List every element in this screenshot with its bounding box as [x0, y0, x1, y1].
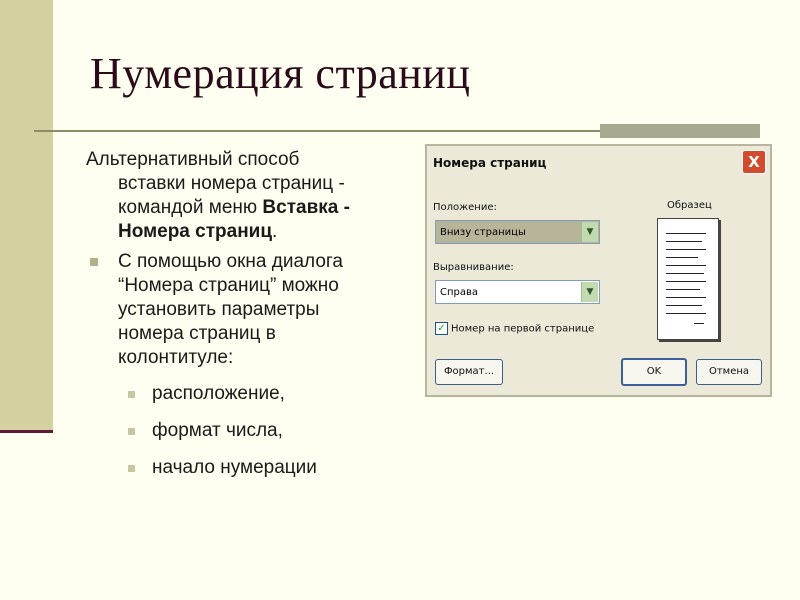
position-select-value: Внизу страницы — [440, 227, 526, 238]
preview-label: Образец — [667, 200, 712, 211]
bullet-item-dialog: С помощью окна диалога “Номера страниц” … — [84, 250, 414, 370]
intro-line-3: командой меню Вставка - — [118, 196, 414, 220]
slide-title: Нумерация страниц — [90, 49, 471, 98]
square-bullet-icon — [128, 391, 135, 398]
left-decor-band — [0, 0, 53, 433]
intro-paragraph: Альтернативный способ вставки номера стр… — [84, 148, 414, 244]
format-button[interactable]: Формат... — [435, 359, 503, 385]
chevron-down-icon[interactable]: ▼ — [581, 282, 598, 302]
chevron-down-icon[interactable]: ▼ — [581, 222, 598, 242]
position-label: Положение: — [433, 202, 497, 213]
close-icon: X — [748, 153, 760, 171]
cancel-button[interactable]: Отмена — [696, 359, 762, 385]
square-bullet-icon — [128, 465, 135, 472]
alignment-select-value: Справа — [440, 287, 479, 298]
sub-item-number-format: формат числа, — [84, 419, 414, 443]
intro-line-3-text: командой меню — [118, 197, 263, 218]
dialog-title: Номера страниц — [433, 156, 547, 170]
square-bullet-icon — [90, 258, 98, 266]
square-bullet-icon — [128, 428, 135, 435]
first-page-number-checkbox[interactable]: ✓ Номер на первой странице — [435, 322, 594, 335]
alignment-select[interactable]: Справа ▼ — [435, 280, 600, 304]
bullet-line-2: “Номера страниц” можно — [118, 275, 339, 296]
divider-accent-block — [600, 124, 760, 138]
sub-bullet-list: расположение, формат числа, начало нумер… — [84, 382, 414, 480]
dialog-titlebar[interactable]: Номера страниц X — [427, 146, 770, 180]
sub-item-label: начало нумерации — [152, 457, 317, 478]
slide-content: Альтернативный способ вставки номера стр… — [84, 148, 414, 493]
sub-item-location: расположение, — [84, 382, 414, 406]
bullet-line-5: колонтитуле: — [118, 347, 234, 368]
alignment-label: Выравнивание: — [433, 262, 514, 273]
page-numbers-dialog: Номера страниц X Положение: Внизу страни… — [425, 144, 772, 397]
menu-path-page-numbers: Номера страниц — [118, 221, 273, 242]
checkbox-label: Номер на первой странице — [451, 323, 595, 335]
bullet-line-1: С помощью окна диалога — [118, 251, 343, 272]
menu-path-insert: Вставка - — [262, 197, 350, 218]
close-button[interactable]: X — [742, 150, 766, 174]
sub-item-start-numbering: начало нумерации — [84, 456, 414, 480]
intro-line-1: Альтернативный способ — [86, 149, 300, 170]
checkbox-checked-icon[interactable]: ✓ — [435, 322, 448, 335]
intro-line-2: вставки номера страниц - — [118, 173, 345, 194]
bullet-line-4: номера страниц в — [118, 323, 276, 344]
bullet-line-3: установить параметры — [118, 299, 320, 320]
intro-line-4-suffix: . — [272, 221, 278, 242]
ok-button[interactable]: OK — [621, 358, 687, 386]
position-select[interactable]: Внизу страницы ▼ — [435, 220, 600, 244]
intro-line-4: Номера страниц. — [118, 220, 414, 244]
preview-page-icon — [657, 218, 719, 340]
sub-item-label: расположение, — [152, 383, 285, 404]
sub-item-label: формат числа, — [152, 420, 283, 441]
